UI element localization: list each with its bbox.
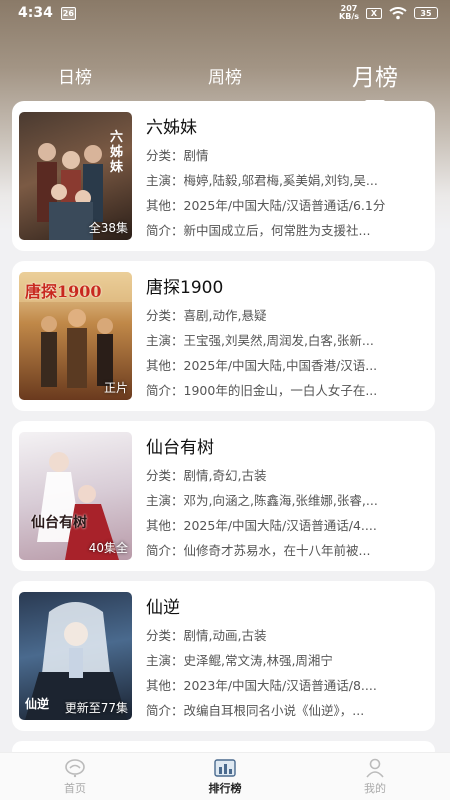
item-cast: 梅婷,陆毅,邬君梅,奚美娟,刘钧,吴... bbox=[183, 173, 378, 188]
network-speed: 207 KB/s bbox=[339, 4, 359, 21]
item-title[interactable]: 唐探1900 bbox=[146, 273, 429, 298]
item-category: 剧情,奇幻,古装 bbox=[183, 468, 267, 483]
item-other: 2023年/中国大陆/汉语普通话/8.... bbox=[183, 678, 377, 693]
poster-image: 唐探1900 正片 bbox=[19, 272, 132, 400]
poster-title: 唐探1900 bbox=[25, 282, 102, 301]
list-item[interactable]: 仙逆 更新至77集 仙逆 分类： 剧情,动画,古装 主演： 史泽鲲,常文涛,林强,周… bbox=[12, 581, 435, 731]
episode-badge: 更新至77集 bbox=[64, 701, 128, 715]
episode-badge: 正片 bbox=[103, 381, 128, 395]
item-other: 2025年/中国大陆/汉语普通话/6.1分 bbox=[183, 198, 386, 213]
item-cast: 邓为,向涵之,陈鑫海,张维娜,张睿,... bbox=[183, 493, 378, 508]
list-item[interactable]: 六姊妹 全38集 六姊妹 分类： 剧情 主演： 梅婷,陆毅,邬君梅,奚美娟,刘钧,吴… bbox=[12, 101, 435, 251]
item-summary: 仙修奇才苏易水，在十八年前被... bbox=[183, 543, 371, 558]
item-summary: 1900年的旧金山，一白人女子在... bbox=[183, 383, 378, 398]
item-title[interactable]: 六姊妹 bbox=[146, 113, 429, 138]
sim-icon: X bbox=[366, 7, 382, 19]
nav-home-label: 首页 bbox=[64, 781, 86, 795]
tab-monthly[interactable]: 月榜 bbox=[300, 58, 450, 104]
status-bar: 4:34 26 207 KB/s X 35 bbox=[0, 0, 450, 26]
item-summary: 新中国成立后，何常胜为支援社... bbox=[183, 223, 371, 238]
notification-icon: 26 bbox=[60, 6, 76, 20]
tab-weekly[interactable]: 周榜 bbox=[150, 63, 300, 88]
nav-ranking[interactable]: 排行榜 bbox=[150, 758, 300, 796]
episode-badge: 全38集 bbox=[88, 221, 128, 235]
nav-ranking-label: 排行榜 bbox=[208, 781, 242, 795]
home-icon bbox=[65, 758, 85, 777]
episode-badge: 40集全 bbox=[88, 541, 128, 555]
item-title[interactable]: 仙逆 bbox=[146, 593, 429, 618]
item-cast: 史泽鲲,常文涛,林强,周湘宁 bbox=[183, 653, 333, 668]
tab-daily[interactable]: 日榜 bbox=[0, 63, 150, 88]
poster-image: 仙台有树 40集全 bbox=[19, 432, 132, 560]
ranking-icon bbox=[214, 758, 236, 777]
list-item[interactable]: 唐探1900 正片 唐探1900 分类： 喜剧,动作,悬疑 主演： 王宝强,刘昊然,… bbox=[12, 261, 435, 411]
status-time: 4:34 bbox=[18, 5, 53, 21]
poster-title: 仙逆 bbox=[25, 697, 50, 711]
item-category: 剧情,动画,古装 bbox=[183, 628, 267, 643]
item-category: 剧情 bbox=[183, 148, 209, 163]
ranking-list: 六姊妹 全38集 六姊妹 分类： 剧情 主演： 梅婷,陆毅,邬君梅,奚美娟,刘钧,吴… bbox=[12, 101, 435, 771]
item-summary: 改编自耳根同名小说《仙逆》，... bbox=[183, 703, 365, 718]
bottom-navigation: 首页 排行榜 我的 bbox=[0, 752, 450, 800]
battery-icon: 35 bbox=[414, 7, 438, 19]
item-title[interactable]: 仙台有树 bbox=[146, 433, 429, 458]
item-category: 喜剧,动作,悬疑 bbox=[183, 308, 267, 323]
item-other: 2025年/中国大陆/汉语普通话/4.... bbox=[183, 518, 377, 533]
nav-home[interactable]: 首页 bbox=[0, 758, 150, 796]
poster-image: 六姊妹 全38集 bbox=[19, 112, 132, 240]
ranking-tabs: 日榜 周榜 月榜 bbox=[0, 54, 450, 104]
profile-icon bbox=[366, 758, 384, 778]
item-cast: 王宝强,刘昊然,周润发,白客,张新... bbox=[183, 333, 374, 348]
nav-profile[interactable]: 我的 bbox=[300, 758, 450, 796]
list-item[interactable]: 仙台有树 40集全 仙台有树 分类： 剧情,奇幻,古装 主演： 邓为,向涵之,陈鑫海… bbox=[12, 421, 435, 571]
nav-profile-label: 我的 bbox=[364, 781, 386, 795]
poster-image: 仙逆 更新至77集 bbox=[19, 592, 132, 720]
poster-title: 仙台有树 bbox=[31, 515, 87, 531]
item-other: 2025年/中国大陆,中国香港/汉语... bbox=[183, 358, 378, 373]
wifi-icon bbox=[389, 6, 407, 19]
poster-title: 六姊妹 bbox=[110, 130, 124, 175]
